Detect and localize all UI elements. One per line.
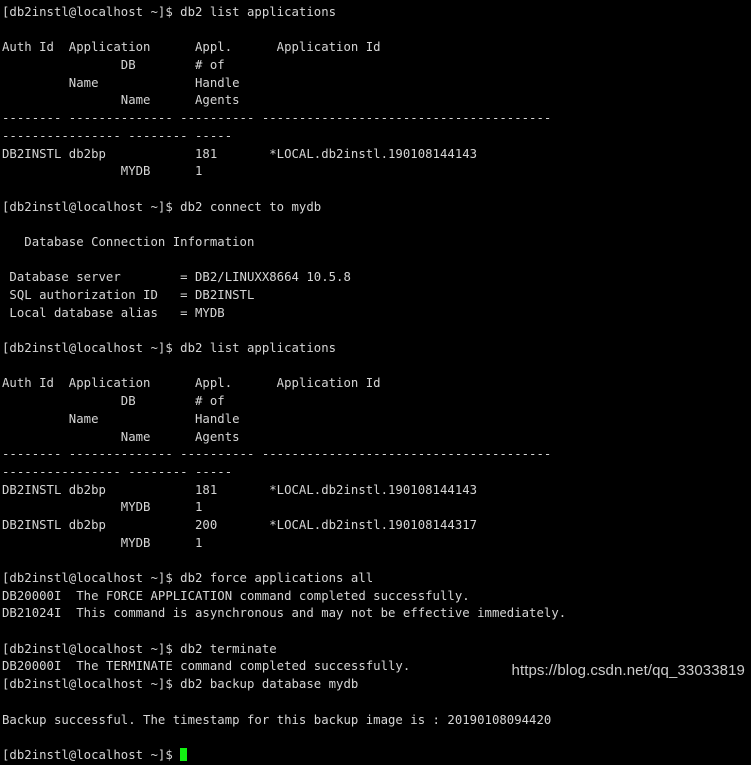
terminal-line: DB2INSTL db2bp 181 *LOCAL.db2instl.19010… [2,482,478,497]
terminal-line: -------- -------------- ---------- -----… [2,447,552,462]
terminal-line: Local database alias = MYDB [2,305,225,320]
terminal-line: MYDB 1 [2,500,203,515]
terminal-line: [db2instl@localhost ~]$ db2 force applic… [2,571,374,585]
terminal-line: MYDB 1 [2,164,203,179]
terminal-line: DB2INSTL db2bp 181 *LOCAL.db2instl.19010… [2,146,478,161]
terminal-line: ---------------- -------- ----- [2,128,233,143]
terminal-line: Name Handle [2,411,240,426]
shell-prompt: [db2instl@localhost ~]$ [2,747,181,762]
terminal-line: Database Connection Information [2,234,255,249]
terminal-line: -------- -------------- ---------- -----… [2,111,552,126]
terminal-line: [db2instl@localhost ~]$ db2 backup datab… [2,677,359,692]
terminal-line: DB # of [2,394,225,409]
terminal-line: SQL authorization ID = DB2INSTL [2,288,255,302]
terminal-line: [db2instl@localhost ~]$ db2 list applica… [2,341,337,356]
terminal-line: DB2INSTL db2bp 200 *LOCAL.db2instl.19010… [2,517,478,532]
terminal-line: Database server = DB2/LINUXX8664 10.5.8 [2,270,351,285]
terminal-line: Auth Id Application Appl. Application Id [2,40,381,55]
terminal-line: DB20000I The FORCE APPLICATION command c… [2,588,470,603]
terminal-line: Backup successful. The timestamp for thi… [2,712,552,727]
terminal-line: Auth Id Application Appl. Application Id [2,376,381,391]
terminal-line: [db2instl@localhost ~]$ db2 list applica… [2,5,337,19]
terminal-line: DB21024I This command is asynchronous an… [2,606,567,621]
terminal-line: DB20000I The TERMINATE command completed… [2,659,411,674]
terminal-line: MYDB 1 [2,535,203,550]
terminal-line: DB # of [2,58,225,73]
terminal-line: ---------------- -------- ----- [2,464,233,479]
terminal-prompt-line[interactable]: [db2instl@localhost ~]$ [2,747,751,765]
terminal-line: [db2instl@localhost ~]$ db2 connect to m… [2,199,322,214]
terminal-line: [db2instl@localhost ~]$ db2 terminate [2,641,277,656]
terminal-line: Name Handle [2,75,240,90]
terminal-screen[interactable]: [db2instl@localhost ~]$ db2 list applica… [0,0,751,762]
terminal-line: Name Agents [2,93,240,108]
terminal-line: Name Agents [2,429,240,444]
text-cursor [180,747,188,761]
